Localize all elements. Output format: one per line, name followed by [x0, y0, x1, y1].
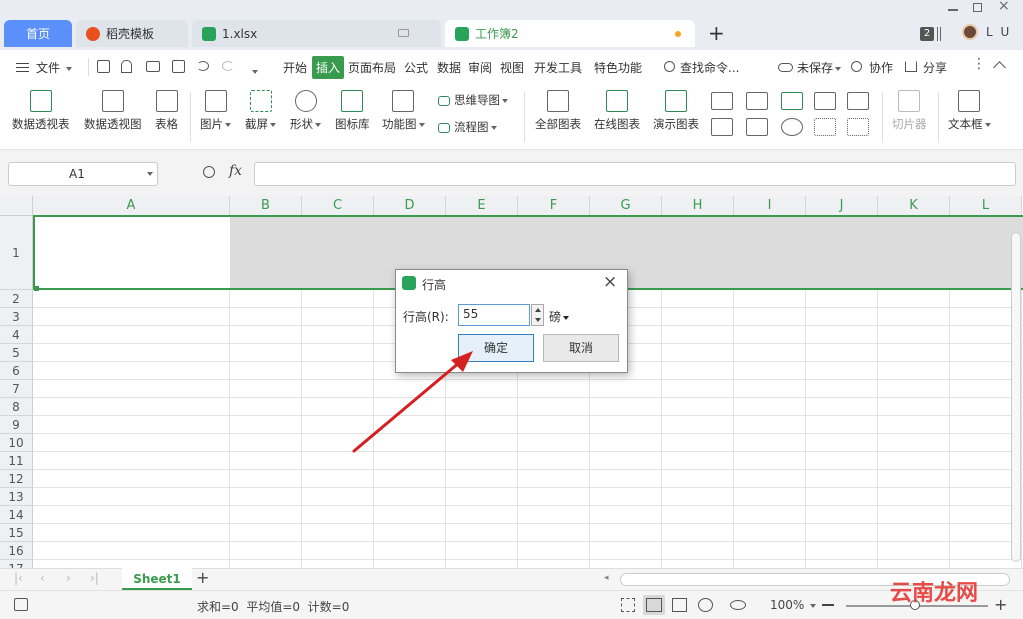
watermark-logo: 云南龙网	[890, 581, 979, 606]
annotation-arrow	[352, 351, 473, 453]
